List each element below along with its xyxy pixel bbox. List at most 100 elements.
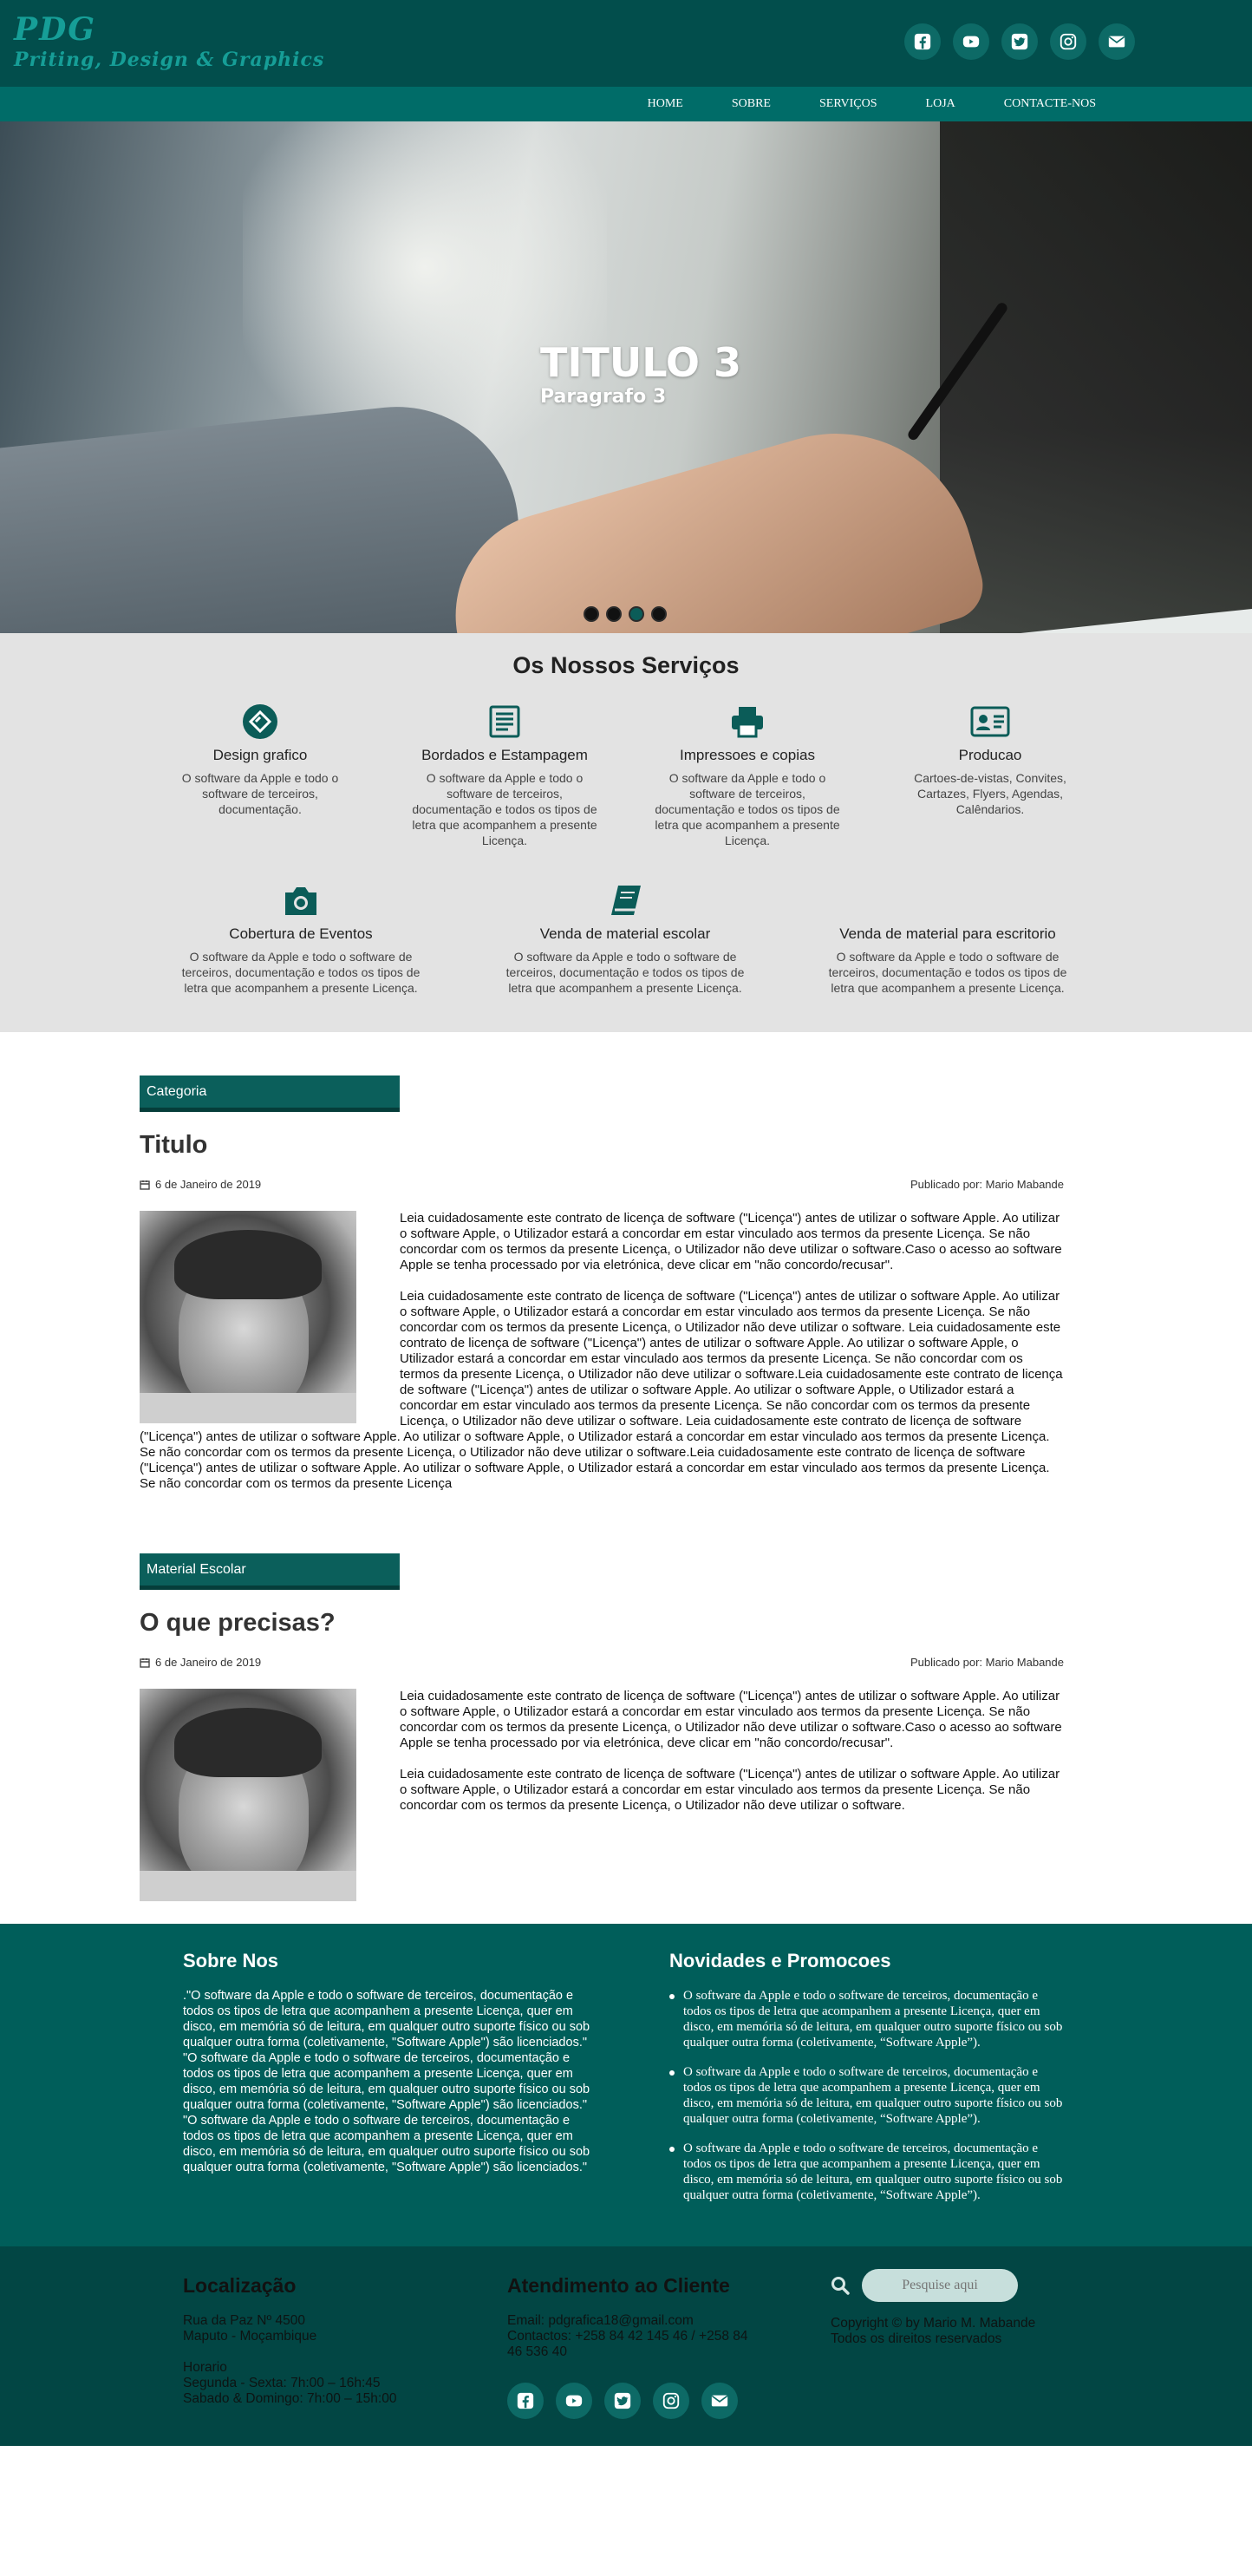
news-item[interactable]: O software da Apple e todo o software de… (669, 2064, 1068, 2127)
service-desc: O software da Apple e todo o software de… (505, 950, 745, 995)
news-heading: Novidades e Promocoes (669, 1950, 891, 1971)
service-name: Cobertura de Eventos (229, 925, 373, 942)
address-line: Maputo - Moçambique (183, 2329, 317, 2344)
service-desc: O software da Apple e todo o software de… (412, 771, 597, 847)
service-card: Producao Cartoes-de-vistas, Convites, Ca… (895, 703, 1086, 817)
brand-logo[interactable]: PDG Priting, Design & Graphics (14, 12, 324, 73)
about-text: "O software da Apple e todo o software d… (183, 2114, 590, 2174)
location-section: Localização Rua da Paz Nº 4500 Maputo - … (183, 2274, 460, 2407)
youtube-icon (565, 2395, 583, 2407)
hero-caption: TITULO 3 Paragrafo 3 (540, 341, 741, 410)
about-section: Sobre Nos ."O software da Apple e todo o… (183, 1950, 590, 2175)
posts-section: Categoria Titulo 6 de Janeiro de 2019 Pu… (0, 1032, 1252, 1924)
email-link[interactable] (1099, 23, 1135, 60)
instagram-link[interactable] (653, 2383, 689, 2419)
service-desc: O software da Apple e todo o software de… (828, 950, 1067, 995)
hero-subtitle: Paragrafo 3 (540, 386, 667, 408)
design-icon (243, 704, 277, 739)
hours-line: Segunda - Sexta: 7h:00 – 16h:45 (183, 2376, 381, 2390)
carousel-dot-2[interactable] (606, 606, 622, 622)
service-card: Design grafico O software da Apple e tod… (165, 703, 355, 817)
hero-title: TITULO 3 (540, 339, 742, 386)
envelope-icon (711, 2395, 728, 2407)
facebook-link[interactable] (904, 23, 941, 60)
carousel-dot-1[interactable] (584, 606, 599, 622)
post-title[interactable]: Titulo (140, 1131, 1064, 1166)
service-card: Cobertura de Eventos O software da Apple… (170, 881, 432, 996)
main-nav: HOME SOBRE SERVIÇOS LOJA CONTACTE-NOS (0, 87, 1252, 121)
search-input[interactable] (862, 2269, 1018, 2302)
post-body: Leia cuidadosamente este contrato de lic… (140, 1211, 1064, 1492)
news-item[interactable]: O software da Apple e todo o software de… (669, 2141, 1068, 2203)
brand-name: PDG (14, 11, 97, 48)
search-section: Copyright © by Mario M. Mabande Todos os… (831, 2267, 1073, 2347)
facebook-icon (517, 2392, 534, 2409)
carousel-indicators (584, 606, 667, 622)
news-section: Novidades e Promocoes O software da Appl… (669, 1950, 1068, 2217)
twitter-link[interactable] (1001, 23, 1038, 60)
post-image[interactable] (140, 1211, 356, 1423)
service-card: Venda de material para escritorio O soft… (817, 881, 1079, 996)
facebook-link[interactable] (507, 2383, 544, 2419)
facebook-icon (914, 33, 931, 50)
envelope-icon (1108, 36, 1125, 48)
post-date: 6 de Janeiro de 2019 (140, 1656, 261, 1669)
service-desc: O software da Apple e todo o software de… (181, 950, 421, 995)
email-link[interactable] (701, 2383, 738, 2419)
header-social-links (904, 23, 1135, 60)
youtube-link[interactable] (556, 2383, 592, 2419)
instagram-link[interactable] (1050, 23, 1086, 60)
service-desc: O software da Apple e todo o software de… (181, 771, 339, 816)
post-title[interactable]: O que precisas? (140, 1609, 1064, 1644)
post-meta: 6 de Janeiro de 2019 Publicado por: Mari… (140, 1656, 1064, 1677)
location-heading: Localização (183, 2274, 297, 2297)
post-body: Leia cuidadosamente este contrato de lic… (140, 1689, 1064, 1901)
youtube-link[interactable] (953, 23, 989, 60)
id-card-icon (970, 706, 1010, 737)
hero-carousel[interactable]: TITULO 3 Paragrafo 3 (0, 121, 1252, 633)
search-bar (831, 2269, 1073, 2302)
page-bottom-spacer (0, 2446, 1252, 2543)
service-name: Venda de material escolar (539, 925, 711, 942)
twitter-icon (1011, 33, 1028, 50)
carousel-dot-3[interactable] (629, 606, 644, 622)
post-date-text: 6 de Janeiro de 2019 (155, 1656, 262, 1669)
nav-sobre[interactable]: SOBRE (732, 97, 771, 111)
services-section: Os Nossos Serviços Design grafico O soft… (0, 633, 1252, 1032)
search-icon[interactable] (831, 2276, 850, 2295)
service-name: Venda de material para escritorio (839, 925, 1056, 942)
service-card: Impressoes e copias O software da Apple … (652, 703, 843, 848)
carousel-dot-4[interactable] (651, 606, 667, 622)
hours-line: Sabado & Domingo: 7h:00 – 15h:00 (183, 2391, 397, 2406)
calendar-icon (140, 1180, 150, 1190)
support-email[interactable]: Email: pdgrafica18@gmail.com (507, 2313, 759, 2329)
youtube-icon (962, 36, 980, 48)
twitter-icon (614, 2392, 631, 2409)
nav-contacte-nos[interactable]: CONTACTE-NOS (1004, 97, 1096, 111)
nav-loja[interactable]: LOJA (926, 97, 955, 111)
service-card: Venda de material escolar O software da … (494, 881, 756, 996)
service-card: Bordados e Estampagem O software da Appl… (409, 703, 600, 848)
nav-home[interactable]: HOME (648, 97, 683, 111)
printer-icon (732, 707, 763, 738)
support-contacts: Contactos: +258 84 42 145 46 / +258 84 4… (507, 2329, 748, 2359)
post-author: Publicado por: Mario Mabande (910, 1656, 1064, 1669)
post-date-text: 6 de Janeiro de 2019 (155, 1178, 262, 1191)
post: Material Escolar O que precisas? 6 de Ja… (140, 1553, 1064, 1905)
post-category[interactable]: Categoria (140, 1076, 400, 1112)
calendar-icon (140, 1657, 150, 1668)
portrait-hair (174, 1230, 322, 1299)
news-item[interactable]: O software da Apple e todo o software de… (669, 1988, 1068, 2050)
address-line: Rua da Paz Nº 4500 (183, 2313, 305, 2328)
footer-info: Sobre Nos ."O software da Apple e todo o… (0, 1924, 1252, 2246)
nav-servicos[interactable]: SERVIÇOS (819, 97, 877, 111)
post-meta: 6 de Janeiro de 2019 Publicado por: Mari… (140, 1178, 1064, 1199)
portrait-shirt (140, 1393, 356, 1423)
service-name: Producao (958, 747, 1022, 763)
post-image[interactable] (140, 1689, 356, 1901)
instagram-icon (662, 2392, 680, 2409)
hero-image-sleeve (0, 395, 532, 633)
post-category[interactable]: Material Escolar (140, 1553, 400, 1590)
about-text: ."O software da Apple e todo o software … (183, 1989, 590, 2050)
twitter-link[interactable] (604, 2383, 641, 2419)
